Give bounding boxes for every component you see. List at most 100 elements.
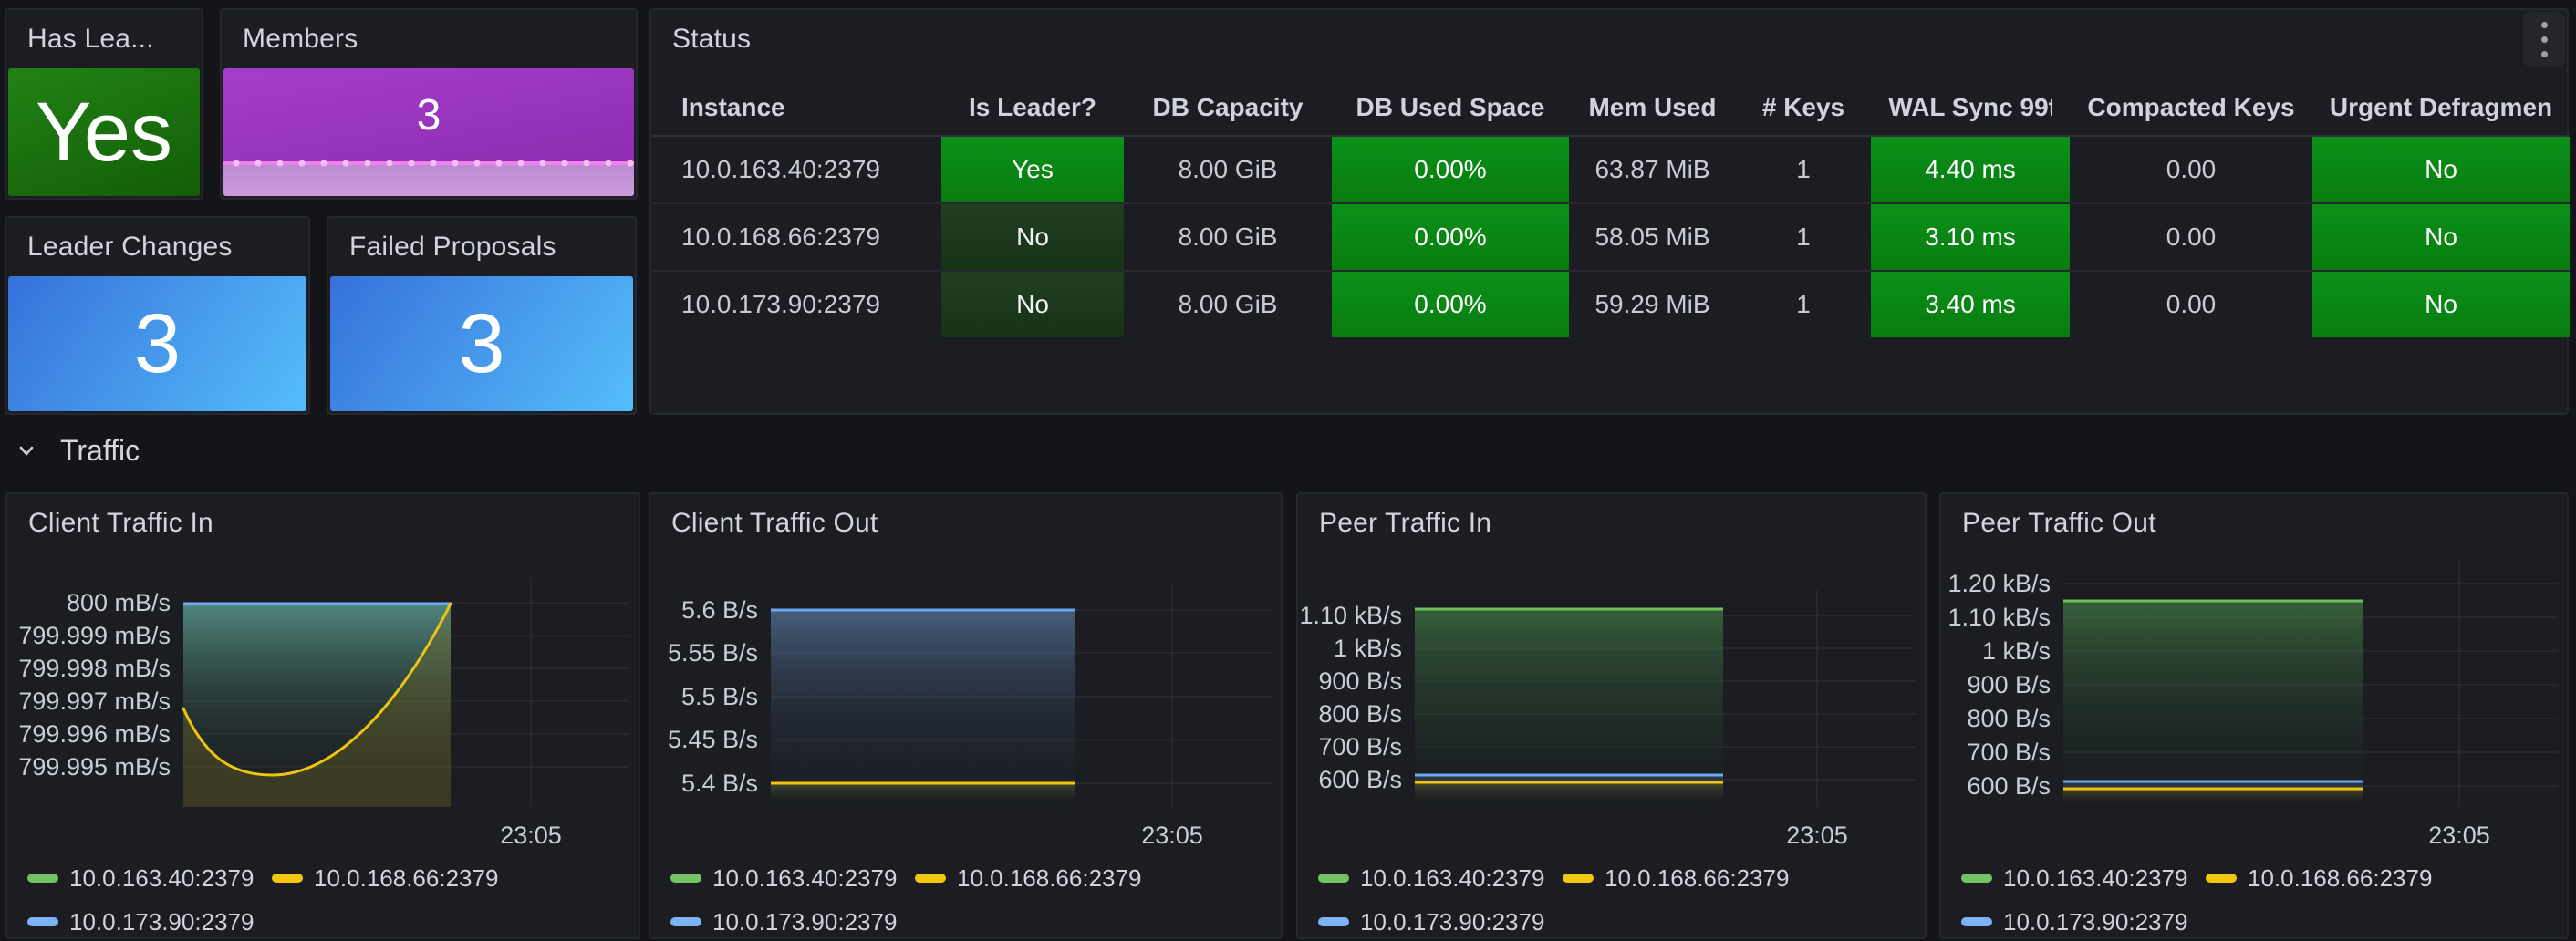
legend-color-pill: [1961, 917, 1992, 926]
cell-is_leader: No: [941, 272, 1124, 337]
cell-db_used: 0.00%: [1332, 137, 1569, 202]
legend-row: 10.0.173.90:2379: [670, 912, 915, 932]
legend-label: 10.0.173.90:2379: [712, 908, 897, 936]
panel-client-traffic-in: Client Traffic In 800 mB/s799.999 mB/s79…: [5, 492, 640, 939]
column-header-label: DB Capacity: [1153, 93, 1304, 122]
legend-item[interactable]: 10.0.163.40:2379: [27, 864, 272, 893]
cell-compacted: 0.00: [2070, 272, 2312, 337]
panel-title[interactable]: Client Traffic In: [28, 494, 213, 553]
x-axis-tick-label: 23:05: [500, 822, 562, 849]
legend-label: 10.0.168.66:2379: [957, 864, 1141, 893]
column-header-is_leader[interactable]: Is Leader?: [941, 93, 1124, 122]
panel-title[interactable]: Peer Traffic Out: [1962, 494, 2156, 553]
column-header-db_used[interactable]: DB Used Space: [1332, 93, 1569, 122]
panel-menu-kebab-icon[interactable]: [2523, 12, 2565, 67]
column-header-mem_used[interactable]: Mem Used: [1569, 93, 1736, 122]
stat-background: 3: [8, 276, 306, 411]
cell-keys: 1: [1736, 272, 1871, 337]
legend-color-pill: [670, 874, 701, 883]
legend-item[interactable]: 10.0.168.66:2379: [272, 864, 498, 893]
section-label: Traffic: [60, 434, 140, 468]
cell-keys: 1: [1736, 137, 1871, 202]
column-header-keys[interactable]: # Keys: [1736, 93, 1871, 122]
panel-title[interactable]: Leader Changes: [27, 218, 233, 276]
cell-wal_sync: 3.10 ms: [1871, 204, 2070, 270]
legend-color-pill: [27, 917, 58, 926]
panel-title[interactable]: Status: [672, 10, 751, 68]
panel-title[interactable]: Has Lea...: [27, 10, 154, 68]
legend-item[interactable]: 10.0.163.40:2379: [1961, 864, 2206, 893]
panel-peer-traffic-in: Peer Traffic In 1.10 kB/s1 kB/s900 B/s80…: [1296, 492, 1927, 939]
cell-compacted: 0.00: [2070, 204, 2312, 270]
legend-item[interactable]: 10.0.173.90:2379: [27, 908, 272, 936]
column-header-label: Mem Used: [1588, 93, 1716, 122]
cell-wal_sync: 3.40 ms: [1871, 272, 2070, 337]
panel-title[interactable]: Peer Traffic In: [1319, 494, 1491, 553]
y-axis-tick-label: 799.999 mB/s: [18, 622, 171, 649]
y-axis-tick-label: 5.55 B/s: [668, 639, 758, 667]
cell-urgent: No: [2312, 137, 2570, 202]
legend-item[interactable]: 10.0.173.90:2379: [1318, 908, 1563, 936]
legend-item[interactable]: 10.0.163.40:2379: [1318, 864, 1563, 893]
panel-status: Status Instance Is Leader? DB Capacity DB U…: [649, 8, 2569, 415]
stat-value: 3: [417, 94, 441, 138]
legend-label: 10.0.163.40:2379: [712, 864, 897, 893]
legend-item[interactable]: 10.0.168.66:2379: [1563, 864, 1789, 893]
panel-leader-changes: Leader Changes 3: [5, 216, 310, 415]
y-axis-tick-label: 5.6 B/s: [681, 596, 758, 624]
legend-color-pill: [1318, 917, 1349, 926]
legend-label: 10.0.163.40:2379: [69, 864, 254, 893]
column-header-db_capacity[interactable]: DB Capacity: [1124, 93, 1332, 122]
panel-has-leader: Has Lea... Yes: [5, 8, 203, 200]
y-axis-tick-label: 799.995 mB/s: [18, 753, 171, 781]
x-axis-tick-label: 23:05: [1141, 822, 1203, 849]
column-header-label: Is Leader?: [969, 93, 1096, 122]
y-axis-tick-label: 799.998 mB/s: [18, 655, 171, 682]
cell-mem_used: 63.87 MiB: [1569, 137, 1736, 202]
column-header-wal_sync[interactable]: WAL Sync 99t: [1871, 93, 2070, 122]
y-axis-tick-label: 799.997 mB/s: [18, 688, 171, 715]
stat-background: 3: [223, 68, 634, 196]
table-row: 10.0.173.90:2379No8.00 GiB0.00%59.29 MiB…: [652, 270, 2570, 337]
legend-color-pill: [915, 874, 946, 883]
column-header-label: # Keys: [1762, 93, 1844, 122]
sparkline-markers: [225, 159, 634, 168]
column-header-compacted[interactable]: Compacted Keys: [2070, 93, 2312, 122]
legend-label: 10.0.168.66:2379: [2248, 864, 2432, 893]
panel-title[interactable]: Client Traffic Out: [671, 494, 878, 553]
column-header-label: WAL Sync 99: [1888, 93, 2048, 122]
column-header-urgent[interactable]: Urgent Defragmen: [2312, 93, 2570, 122]
panel-title[interactable]: Failed Proposals: [349, 218, 556, 276]
cell-urgent: No: [2312, 272, 2570, 337]
column-header-instance[interactable]: Instance: [652, 93, 941, 122]
legend-item[interactable]: 10.0.163.40:2379: [670, 864, 915, 893]
section-header-traffic[interactable]: Traffic: [15, 432, 140, 469]
table-body: 10.0.163.40:2379Yes8.00 GiB0.00%63.87 Mi…: [652, 137, 2570, 337]
legend-row: 10.0.173.90:2379: [1318, 912, 1563, 932]
legend-label: 10.0.173.90:2379: [2003, 908, 2187, 936]
y-axis-tick-label: 600 B/s: [1967, 772, 2051, 800]
legend-row: 10.0.173.90:2379: [1961, 912, 2206, 932]
cell-is_leader: Yes: [941, 137, 1124, 202]
legend-item[interactable]: 10.0.173.90:2379: [670, 908, 915, 936]
legend-color-pill: [670, 917, 701, 926]
cell-db_capacity: 8.00 GiB: [1124, 272, 1332, 337]
table-row: 10.0.168.66:2379No8.00 GiB0.00%58.05 MiB…: [652, 202, 2570, 270]
legend-item[interactable]: 10.0.168.66:2379: [915, 864, 1141, 893]
x-axis-tick-label: 23:05: [2428, 822, 2490, 849]
y-axis-tick-label: 5.45 B/s: [668, 726, 758, 753]
panel-title[interactable]: Members: [243, 10, 358, 68]
stat-background: 3: [330, 276, 633, 411]
column-header-label: Urgent Defragmen: [2330, 93, 2552, 122]
stat-background: Yes: [8, 68, 200, 196]
y-axis-tick-label: 1.10 kB/s: [1299, 602, 1402, 629]
table-header-row: Instance Is Leader? DB Capacity DB Used Spa…: [652, 80, 2570, 137]
y-axis-tick-label: 5.5 B/s: [681, 683, 758, 710]
panel-client-traffic-out: Client Traffic Out 5.6 B/s 5.55 B/s 5.5 B/…: [649, 492, 1283, 939]
cell-instance: 10.0.173.90:2379: [652, 272, 941, 337]
y-axis-tick-label: 1 kB/s: [1334, 635, 1402, 662]
legend-row: 10.0.163.40:237910.0.168.66:2379: [1961, 868, 2432, 888]
legend-item[interactable]: 10.0.173.90:2379: [1961, 908, 2206, 936]
chevron-down-icon: [15, 439, 38, 462]
legend-item[interactable]: 10.0.168.66:2379: [2206, 864, 2432, 893]
